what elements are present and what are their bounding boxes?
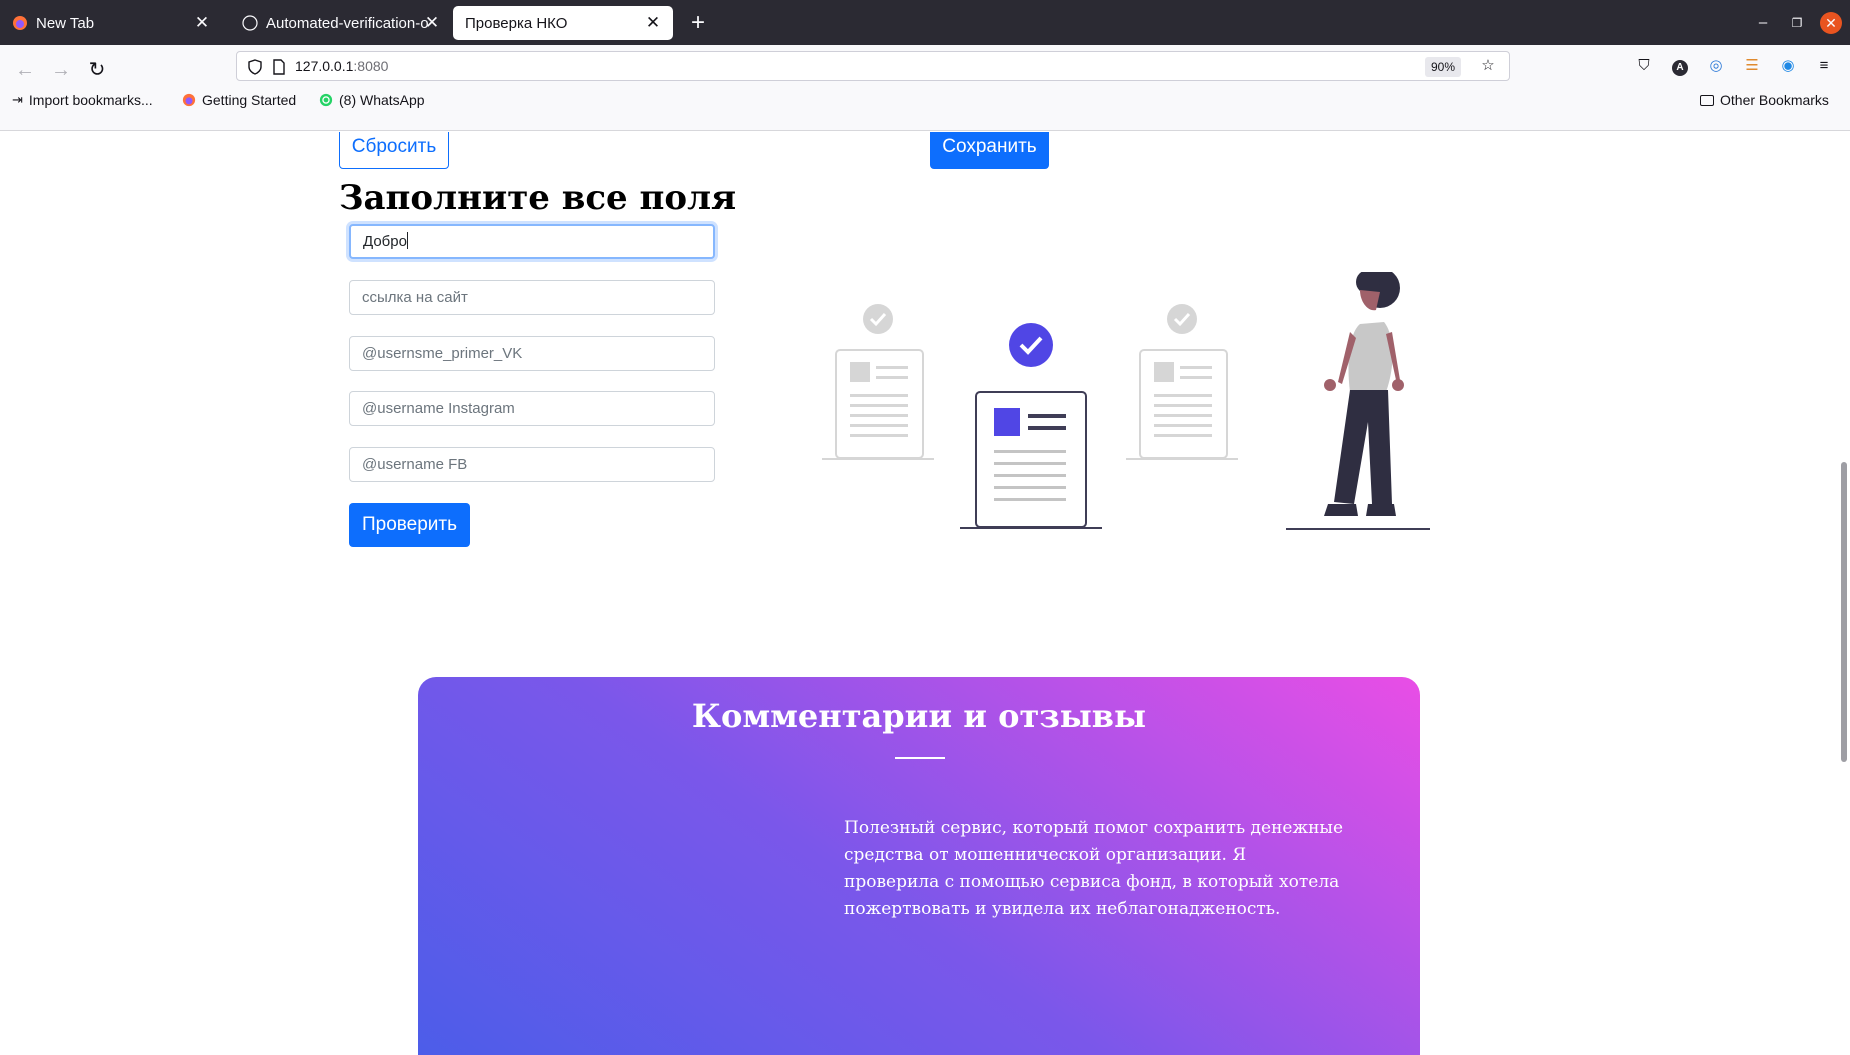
tab-new-tab[interactable]: New Tab ✕ <box>0 6 222 40</box>
firefox-icon <box>182 93 196 107</box>
shield-icon[interactable] <box>247 59 263 75</box>
browser-window: New Tab ✕ Automated-verification-o ✕ Про… <box>0 0 1850 1055</box>
document-icon <box>822 304 934 460</box>
title-divider <box>895 757 945 759</box>
account-icon[interactable]: A <box>1669 55 1691 77</box>
bookmark-label: Getting Started <box>202 92 297 108</box>
close-tab-icon[interactable]: ✕ <box>643 13 663 33</box>
tab-title: Проверка НКО <box>465 14 568 32</box>
verification-illustration <box>822 272 1430 530</box>
close-tab-icon[interactable]: ✕ <box>192 13 212 33</box>
site-url-field[interactable]: ссылка на сайт <box>349 280 715 315</box>
url-port: :8080 <box>353 58 389 74</box>
check-button[interactable]: Проверить <box>349 503 470 547</box>
extension-icon[interactable]: ◎ <box>1705 55 1727 77</box>
bookmark-label: Import bookmarks... <box>28 92 153 108</box>
menu-icon[interactable]: ≡ <box>1813 55 1835 77</box>
reviews-title: Комментарии и отзывы <box>691 697 1147 735</box>
reload-icon[interactable]: ↻ <box>82 55 112 85</box>
tab-bar: New Tab ✕ Automated-verification-o ✕ Про… <box>0 0 1850 45</box>
folder-icon <box>1700 94 1714 106</box>
checked-document-icon <box>960 323 1102 529</box>
bookmark-getting-started[interactable]: Getting Started <box>182 89 296 111</box>
bookmark-import[interactable]: ⇥ Import bookmarks... <box>12 89 153 111</box>
navigation-toolbar: ← → ↻ 127.0.0.1:8080 90% ☆ ⛉ A ◎ ☰ ◉ ≡ ⇥… <box>0 45 1850 131</box>
firefox-icon <box>13 16 27 30</box>
review-text: Полезный сервис, который помог сохранить… <box>844 818 1344 919</box>
back-icon[interactable]: ← <box>10 55 40 85</box>
other-bookmarks-label: Other Bookmarks <box>1720 92 1829 108</box>
fb-username-field[interactable]: @username FB <box>349 447 715 482</box>
tab-title: Automated-verification-o <box>266 14 429 32</box>
tab-title: New Tab <box>36 14 95 32</box>
save-button[interactable]: Сохранить <box>930 132 1049 169</box>
bookmark-whatsapp[interactable]: (8) WhatsApp <box>319 89 425 111</box>
url-host: 127.0.0.1 <box>295 58 354 74</box>
tab-proverka-nko[interactable]: Проверка НКО ✕ <box>453 6 673 40</box>
reviews-section: Комментарии и отзывы Полезный сервис, ко… <box>418 677 1420 1055</box>
minimize-icon[interactable]: – <box>1750 10 1776 36</box>
tab-github[interactable]: Automated-verification-o ✕ <box>230 6 452 40</box>
page-icon <box>273 59 285 75</box>
address-bar[interactable]: 127.0.0.1:8080 90% ☆ <box>236 51 1510 81</box>
page-content: Сбросить Сохранить Заполните все поля До… <box>0 132 1850 1055</box>
name-field-value: Добро <box>363 233 407 250</box>
person-illustration <box>1286 272 1430 530</box>
extension-icon[interactable]: ◉ <box>1777 55 1799 77</box>
vk-username-field[interactable]: @usernsme_primer_VK <box>349 336 715 371</box>
zoom-level[interactable]: 90% <box>1424 57 1461 77</box>
other-bookmarks[interactable]: Other Bookmarks <box>1700 89 1829 111</box>
name-field[interactable]: Добро <box>349 224 715 259</box>
whatsapp-icon <box>319 93 333 107</box>
restore-icon[interactable]: ❐ <box>1784 10 1810 36</box>
page-scrollbar[interactable] <box>1841 462 1847 762</box>
bookmark-label: (8) WhatsApp <box>339 92 425 108</box>
github-icon <box>242 15 258 31</box>
form-title: Заполните все поля <box>339 178 737 218</box>
reset-button[interactable]: Сбросить <box>339 132 449 169</box>
url-text[interactable]: 127.0.0.1:8080 <box>295 58 388 74</box>
document-icon <box>1126 304 1238 460</box>
import-icon: ⇥ <box>12 92 23 107</box>
pocket-icon[interactable]: ⛉ <box>1633 55 1655 77</box>
close-tab-icon[interactable]: ✕ <box>422 13 442 33</box>
text-caret <box>406 232 408 249</box>
close-window-icon[interactable]: ✕ <box>1820 12 1842 34</box>
new-tab-button[interactable]: + <box>684 9 712 37</box>
forward-icon[interactable]: → <box>46 55 76 85</box>
instagram-username-field[interactable]: @username Instagram <box>349 391 715 426</box>
extension-icon[interactable]: ☰ <box>1741 55 1763 77</box>
star-icon[interactable]: ☆ <box>1477 55 1499 77</box>
